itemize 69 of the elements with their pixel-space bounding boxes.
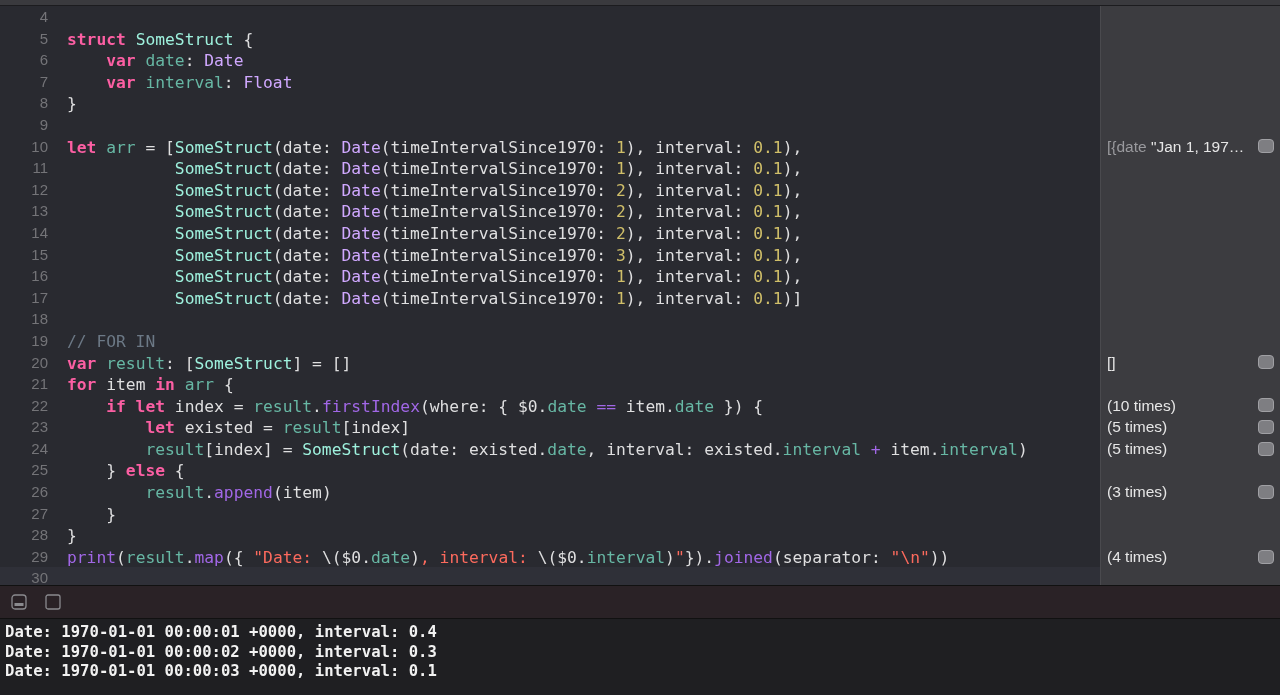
code-line: } [67, 94, 77, 114]
code-line: let existed = result[index] [144, 418, 411, 438]
code-line: var result: [SomeStruct] = [] [67, 353, 352, 373]
quick-look-button[interactable] [1258, 420, 1274, 435]
line-number: 24 [31, 439, 48, 457]
code-line: SomeStruct(date: Date(timeIntervalSince1970: 1), interval: 0.1)] [173, 288, 803, 308]
line-number: 25 [31, 461, 48, 479]
code-line: print(result.map({ "Date: \($0.date), interval: \($0.interval)"}).joined(separator: "\n")) [67, 547, 950, 567]
line-number: 21 [31, 375, 48, 393]
result-text: [] [1107, 353, 1116, 371]
code-line: var date: Date [105, 51, 244, 71]
line-number: 15 [31, 245, 48, 263]
code-line: SomeStruct(date: Date(timeIntervalSince1970: 1), interval: 0.1), [173, 159, 803, 179]
line-number: 26 [31, 483, 48, 501]
line-number: 5 [39, 29, 48, 47]
code-line: SomeStruct(date: Date(timeIntervalSince1970: 1), interval: 0.1), [173, 267, 803, 287]
line-number: 18 [31, 310, 48, 328]
line-number: 30 [31, 569, 48, 585]
line-number: 28 [31, 526, 48, 544]
code-line: SomeStruct(date: Date(timeIntervalSince1970: 2), interval: 0.1), [173, 223, 803, 243]
console-line: Date: 1970-01-01 00:00:03 +0000, interval: 0.1 [5, 662, 438, 682]
quick-look-button[interactable] [1258, 398, 1274, 413]
code-line: for item in arr { [67, 375, 234, 395]
console-line: Date: 1970-01-01 00:00:02 +0000, interval: 0.3 [5, 642, 438, 662]
code-line: } [67, 526, 77, 546]
line-number: 11 [32, 159, 48, 177]
code-line: struct SomeStruct { [67, 29, 254, 49]
result-text: (3 times) [1107, 483, 1168, 501]
line-number: 14 [31, 223, 48, 241]
line-number: 16 [31, 267, 48, 285]
result-text: (5 times) [1107, 418, 1168, 436]
code-line: SomeStruct(date: Date(timeIntervalSince1970: 2), interval: 0.1), [173, 202, 803, 222]
line-number: 20 [31, 353, 48, 371]
code-line: let arr = [SomeStruct(date: Date(timeIntervalSince1970: 1), interval: 0.1), [67, 137, 803, 157]
line-number: 13 [31, 202, 48, 220]
line-number: 12 [31, 180, 48, 198]
code-line: } else { [105, 461, 185, 481]
line-number: 10 [31, 137, 48, 155]
code-line: SomeStruct(date: Date(timeIntervalSince1970: 2), interval: 0.1), [173, 180, 803, 200]
code-line: SomeStruct(date: Date(timeIntervalSince1970: 3), interval: 0.1), [173, 245, 803, 265]
code-line: if let index = result.firstIndex(where: { $0.date == item.date }) { [105, 396, 764, 416]
line-number: 8 [39, 94, 48, 112]
result-text: (10 times) [1107, 396, 1176, 414]
quick-look-button[interactable] [1258, 484, 1274, 499]
result-text: [{date "Jan 1, 197… [1107, 137, 1245, 155]
line-number: 22 [31, 396, 48, 414]
result-text: (4 times) [1107, 548, 1168, 565]
line-number: 9 [39, 115, 48, 133]
line-number: 4 [39, 8, 48, 25]
line-number: 23 [31, 418, 48, 436]
line-number: 19 [31, 331, 48, 349]
quick-look-button[interactable] [1258, 441, 1274, 456]
code-line: var interval: Float [105, 72, 293, 92]
line-number: 6 [39, 51, 48, 69]
console-line: Date: 1970-01-01 00:00:01 +0000, interval: 0.4 [5, 623, 438, 643]
line-number: 7 [39, 72, 48, 90]
hide-panel-icon[interactable] [11, 594, 27, 610]
code-line: result.append(item) [144, 483, 332, 503]
code-line: // FOR IN [67, 331, 156, 351]
square-icon[interactable] [45, 594, 61, 610]
result-text: (5 times) [1107, 440, 1168, 458]
quick-look-button[interactable] [1258, 549, 1274, 564]
line-number: 27 [31, 504, 48, 522]
line-number: 17 [31, 288, 48, 306]
line-number: 29 [31, 547, 48, 565]
code-line: result[index] = SomeStruct(date: existed.date, interval: existed.interval + item.interval) [144, 439, 1028, 459]
quick-look-button[interactable] [1258, 355, 1274, 370]
code-line: } [105, 504, 116, 524]
quick-look-button[interactable] [1258, 139, 1274, 154]
